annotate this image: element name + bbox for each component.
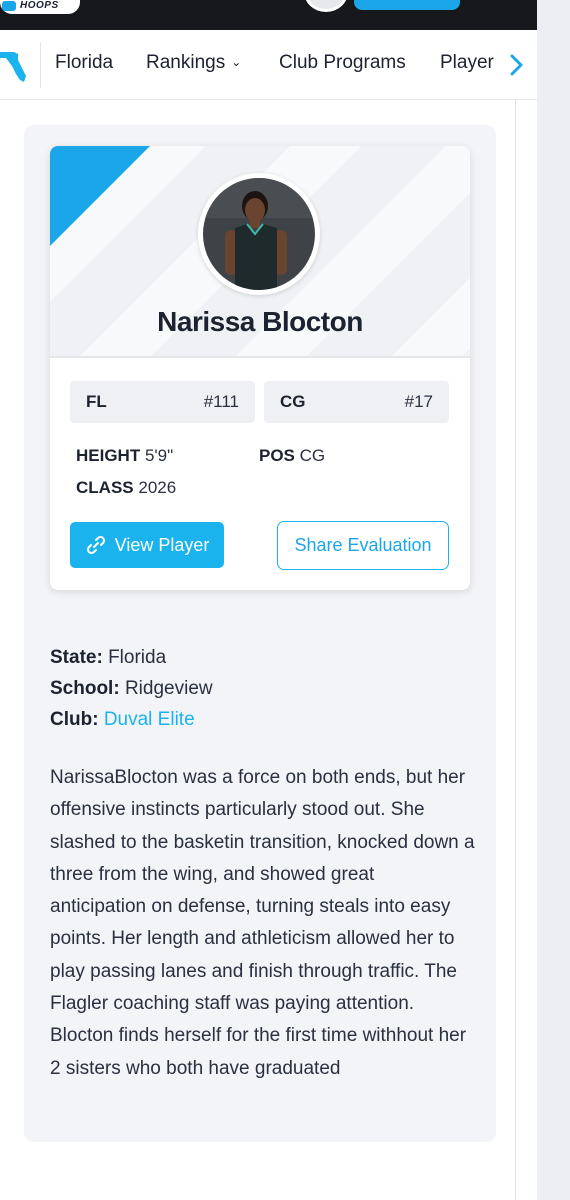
detail-school-label: School: [50,678,120,699]
height-label: HEIGHT [76,446,141,465]
nav-separator [40,42,41,88]
share-evaluation-button[interactable]: Share Evaluation [277,521,449,570]
detail-school-value: Ridgeview [124,678,213,699]
user-avatar[interactable] [304,0,348,12]
site-logo[interactable]: HOOPS [0,0,80,14]
state-rank-label: FL [86,392,107,411]
player-name: Narissa Blocton [157,306,363,337]
detail-club: Club: Duval Elite [50,709,195,731]
share-evaluation-label: Share Evaluation [294,535,432,555]
position-stat: POS CG [259,446,325,466]
class-stat: CLASS 2026 [76,478,176,498]
position-value: CG [299,446,326,465]
position-rank-value: #17 [404,392,433,411]
logo-mark-icon [2,1,16,11]
nav-item-florida[interactable]: Florida [55,52,113,74]
view-player-label: View Player [114,534,210,555]
position-rank-label: CG [280,392,306,411]
detail-state-value: Florida [108,647,167,668]
nav-item-label: Rankings [146,52,226,73]
corner-accent [50,146,150,246]
florida-state-icon[interactable] [0,44,32,84]
page-gutter [537,0,570,1200]
link-icon [86,535,105,555]
player-photo-image [203,178,315,290]
club-link[interactable]: Duval Elite [104,709,195,730]
state-rank-chip[interactable]: FL #111 [70,381,255,423]
nav-item-club-programs[interactable]: Club Programs [279,52,406,74]
state-rank-value: #111 [203,392,239,411]
height-value: 5'9" [144,446,174,465]
evaluation-text: NarissaBlocton was a force on both ends,… [50,767,475,1079]
detail-school: School: Ridgeview [50,678,213,700]
position-label: POS [259,446,295,465]
class-label: CLASS [76,478,134,497]
nav-item-label: Florida [55,52,114,73]
top-bar: HOOPS [0,0,537,30]
detail-club-label: Club: [50,709,99,730]
topbar-cta-button[interactable] [354,0,460,10]
nav-item-label: Club Programs [279,52,406,73]
logo-text: HOOPS [20,0,59,11]
evaluation-panel: Narissa Blocton FL #111 CG #17 HEIGHT 5'… [24,125,496,1142]
divider [515,100,516,1200]
state-nav: Florida Rankings ⌄ Club Programs Player [0,30,537,100]
detail-state: State: Florida [50,647,166,669]
detail-state-label: State: [50,647,103,668]
nav-scroll-right-button[interactable] [497,30,537,99]
chevron-down-icon: ⌄ [231,55,242,69]
class-value: 2026 [138,478,177,497]
player-card: Narissa Blocton FL #111 CG #17 HEIGHT 5'… [50,146,470,590]
position-rank-chip[interactable]: CG #17 [264,381,449,423]
player-card-hero: Narissa Blocton [50,146,470,358]
nav-item-player[interactable]: Player [440,52,496,74]
chevron-right-icon [510,54,523,75]
height-stat: HEIGHT 5'9" [76,446,173,466]
view-player-button[interactable]: View Player [70,522,224,568]
nav-item-label: Player [440,52,494,73]
player-photo [198,173,320,295]
nav-item-rankings[interactable]: Rankings ⌄ [146,52,241,74]
